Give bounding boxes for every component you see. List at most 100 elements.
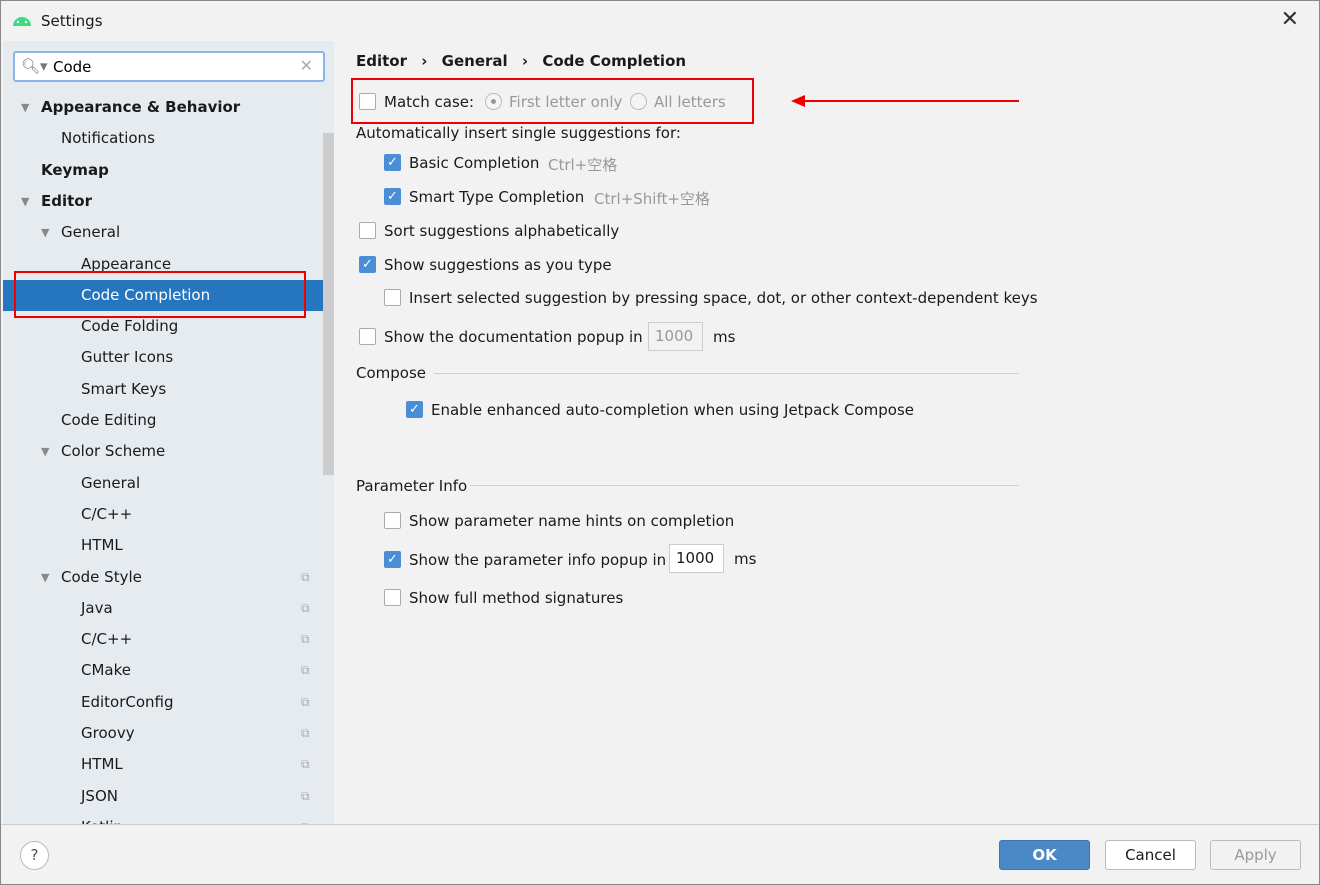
project-scope-icon: ⧉ [301,663,310,678]
breadcrumb-item[interactable]: Editor [356,52,407,70]
expand-triangle-icon[interactable]: ▼ [41,217,49,248]
basic-completion-label: Basic Completion [409,154,540,172]
expand-triangle-icon[interactable]: ▼ [21,92,29,123]
param-popup-checkbox[interactable]: ✓ [384,551,401,568]
ok-button[interactable]: OK [999,840,1090,870]
full-signatures-checkbox[interactable] [384,589,401,606]
basic-completion-checkbox[interactable]: ✓ [384,154,401,171]
ms-label: ms [713,328,736,346]
project-scope-icon: ⧉ [301,632,310,647]
project-scope-icon: ⧉ [301,757,310,772]
param-popup-delay-input[interactable]: 1000 [669,544,724,573]
tree-item[interactable]: Notifications [3,123,321,154]
tree-item-label: Gutter Icons [81,348,174,367]
insert-selected-checkbox[interactable] [384,289,401,306]
doc-popup-label: Show the documentation popup in [384,328,643,346]
title-bar: Settings ✕ [1,1,1319,41]
tree-item-label: Code Editing [61,411,157,429]
project-scope-icon: ⧉ [301,788,310,803]
tree-item[interactable]: JSON ⧉ [3,781,321,812]
tree-item-label: HTML [81,536,123,555]
clear-search-icon[interactable]: ✕ [300,56,313,75]
tree-item[interactable]: ▼ Code Style ⧉ [3,562,321,593]
param-popup-label: Show the parameter info popup in [409,551,667,569]
param-info-section-title: Parameter Info [356,477,468,495]
project-scope-icon: ⧉ [301,694,310,709]
param-hints-label: Show parameter name hints on completion [409,512,735,530]
settings-dialog: Settings ✕ 🔍︎▾ ✕ ▼ Appearance & Behavior N… [0,0,1320,885]
search-input[interactable] [51,57,291,77]
tree-item[interactable]: ▼ Appearance & Behavior [3,92,321,123]
show-as-type-checkbox[interactable]: ✓ [359,256,376,273]
expand-triangle-icon[interactable]: ▼ [41,562,49,593]
tree-item-label: Code Style [61,567,142,586]
divider [434,373,1019,374]
breadcrumb: Editor › General › Code Completion [356,52,686,70]
apply-button[interactable]: Apply [1210,840,1301,870]
annotation-box-sidebar [14,271,306,318]
search-box[interactable]: 🔍︎▾ ✕ [13,51,325,82]
project-scope-icon: ⧉ [301,726,310,740]
tree-item[interactable]: Keymap [3,155,321,186]
tree-item[interactable]: HTML [3,530,321,561]
tree-item-label: General [61,223,121,242]
sidebar-scrollbar[interactable] [323,133,334,475]
chevron-right-icon: › [421,52,428,70]
insert-selected-label: Insert selected suggestion by pressing s… [409,289,1038,307]
tree-item-label: General [81,473,141,492]
sort-checkbox[interactable] [359,222,376,239]
tree-item[interactable]: C/C++ ⧉ [3,624,321,655]
smart-completion-label: Smart Type Completion [409,188,585,206]
dialog-footer: ? OK Cancel Apply [1,824,1319,884]
tree-item-label: Kotlin [81,812,123,824]
tree-item[interactable]: CMake ⧉ [3,655,321,686]
window-title: Settings [41,12,103,30]
tree-item[interactable]: Groovy ⧉ [3,718,321,749]
tree-item[interactable]: C/C++ [3,499,321,530]
basic-completion-shortcut: Ctrl+空格 [548,156,618,174]
tree-item-label: Smart Keys [81,379,167,398]
compose-checkbox[interactable]: ✓ [406,401,423,418]
tree-item[interactable]: Kotlin ⧉ [3,812,321,824]
tree-item-label: C/C++ [81,504,133,523]
settings-content: Editor › General › Code Completion Match… [334,41,1319,824]
divider [470,485,1019,486]
annotation-box-match-case [351,78,754,124]
tree-item-label: EditorConfig [81,692,174,711]
cancel-button[interactable]: Cancel [1105,840,1196,870]
param-hints-checkbox[interactable] [384,512,401,529]
full-signatures-label: Show full method signatures [409,589,624,607]
breadcrumb-item[interactable]: General [442,52,508,70]
tree-item[interactable]: HTML ⧉ [3,749,321,780]
tree-item-label: CMake [81,661,131,680]
auto-insert-label: Automatically insert single suggestions … [356,124,681,142]
compose-label: Enable enhanced auto-completion when usi… [431,401,914,419]
smart-completion-checkbox[interactable]: ✓ [384,188,401,205]
tree-item[interactable]: ▼ Editor [3,186,321,217]
help-button[interactable]: ? [20,841,49,870]
tree-item-label: JSON [81,786,118,805]
expand-triangle-icon[interactable]: ▼ [21,186,29,217]
tree-item-label: Java [81,598,113,617]
tree-item[interactable]: Java ⧉ [3,593,321,624]
doc-popup-delay-input[interactable]: 1000 [648,322,703,351]
expand-triangle-icon[interactable]: ▼ [41,436,49,467]
ms-label: ms [734,550,757,568]
tree-item[interactable]: Gutter Icons [3,342,321,373]
doc-popup-checkbox[interactable] [359,328,376,345]
tree-item[interactable]: General [3,468,321,499]
show-as-type-label: Show suggestions as you type [384,256,612,274]
tree-item-label: Keymap [41,160,109,179]
project-scope-icon: ⧉ [301,600,310,615]
tree-item[interactable]: Code Editing [3,405,321,436]
tree-item[interactable]: ▼ Color Scheme [3,436,321,467]
tree-item[interactable]: Smart Keys [3,374,321,405]
close-icon[interactable]: ✕ [1281,7,1299,32]
tree-item[interactable]: ▼ General [3,217,321,248]
android-logo-icon [13,17,31,26]
tree-item-label: HTML [81,755,123,774]
compose-section-title: Compose [356,364,427,382]
tree-item[interactable]: EditorConfig ⧉ [3,687,321,718]
sort-label: Sort suggestions alphabetically [384,222,620,240]
annotation-arrow [791,95,1019,107]
